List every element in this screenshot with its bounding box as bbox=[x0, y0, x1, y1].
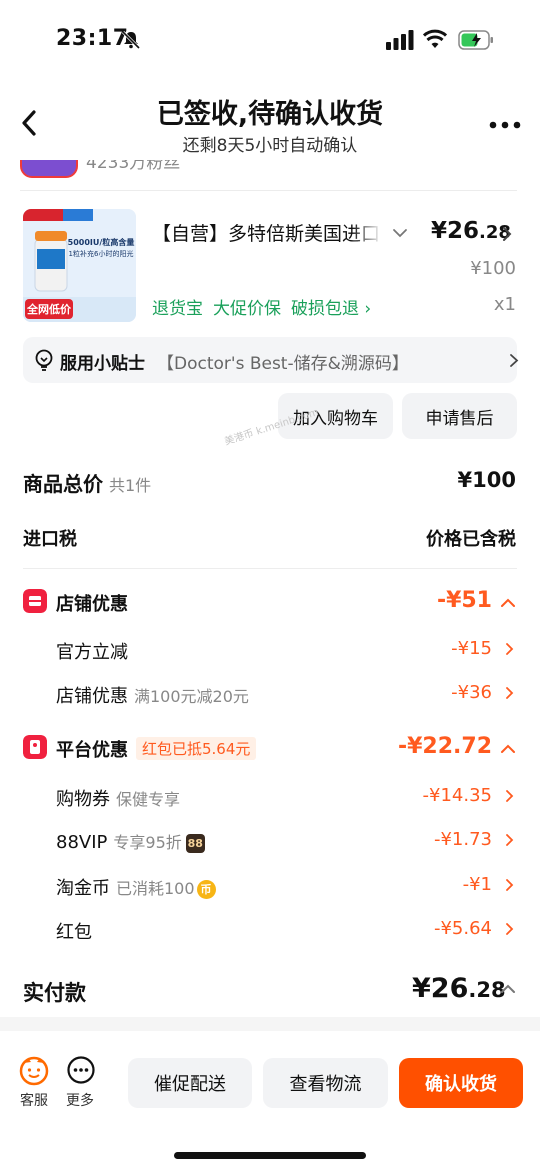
tips-text: 【Doctor's Best-储存&溯源码】 bbox=[157, 354, 409, 374]
image-line2: 1粒补充6小时的阳光 bbox=[69, 249, 134, 258]
discount-item-label: 淘金币 bbox=[56, 878, 110, 899]
chevron-right-icon bbox=[506, 923, 514, 935]
chevron-right-icon bbox=[506, 643, 514, 655]
customer-service-button[interactable] bbox=[14, 1054, 54, 1090]
signal-icon bbox=[386, 30, 414, 50]
nav-header: 已签收,待确认收货 还剩8天5小时自动确认 bbox=[0, 80, 540, 160]
discount-item-note: 已消耗100 bbox=[116, 879, 195, 898]
confirm-receipt-button[interactable]: 确认收货 bbox=[399, 1058, 523, 1108]
original-price: ¥100 bbox=[470, 258, 516, 279]
service-tag-link[interactable]: 破损包退 › bbox=[291, 299, 371, 319]
divider bbox=[23, 568, 517, 569]
divider bbox=[20, 190, 517, 191]
chevron-up-icon bbox=[501, 598, 515, 607]
store-icon bbox=[23, 589, 47, 613]
discount-item-note: 满100元减20元 bbox=[134, 687, 249, 706]
product-quantity: x1 bbox=[493, 294, 516, 315]
more-circle-icon bbox=[67, 1056, 95, 1084]
product-title[interactable]: 【自营】多特倍斯美国进口 bbox=[152, 219, 382, 246]
actual-payment-value: ¥26.28 bbox=[412, 973, 506, 1004]
store-avatar bbox=[20, 160, 78, 178]
discount-item-value: -¥1.73 bbox=[433, 829, 492, 850]
chevron-right-icon bbox=[506, 879, 514, 891]
urge-delivery-button[interactable]: 催促配送 bbox=[128, 1058, 252, 1108]
chevron-right-icon bbox=[506, 790, 514, 802]
service-tags: 退货宝 大促价保 破损包退 › bbox=[152, 294, 381, 319]
chevron-up-icon[interactable] bbox=[500, 983, 516, 995]
service-tag: 大促价保 bbox=[213, 299, 281, 319]
page-title: 已签收,待确认收货 bbox=[156, 99, 384, 130]
discount-item-value: -¥14.35 bbox=[422, 785, 492, 806]
battery-icon bbox=[458, 30, 493, 50]
tax-value: 价格已含税 bbox=[426, 529, 516, 550]
total-value: ¥100 bbox=[457, 468, 516, 492]
discount-item-value: -¥1 bbox=[462, 874, 492, 895]
platform-discount-value: -¥22.72 bbox=[397, 734, 492, 759]
auto-confirm-countdown: 还剩8天5小时自动确认 bbox=[182, 136, 358, 156]
lightbulb-icon bbox=[35, 349, 53, 371]
more-dots-icon[interactable] bbox=[488, 120, 522, 130]
image-line1: 5000IU/粒高含量 bbox=[68, 237, 135, 247]
discount-item-label: 官方立减 bbox=[56, 642, 128, 663]
chevron-up-icon bbox=[501, 744, 515, 753]
red-packet-icon bbox=[23, 735, 47, 759]
product-photo: 全网低价 5000IU/粒高含量 1粒补充6小时的阳光 bbox=[23, 209, 136, 322]
shop-discount-value: -¥51 bbox=[436, 588, 492, 613]
chevron-down-icon[interactable] bbox=[392, 227, 408, 239]
section-gap bbox=[0, 1017, 540, 1031]
bottom-action-bar: 客服 更多 催促配送 查看物流 确认收货 bbox=[0, 1040, 540, 1170]
service-face-icon bbox=[19, 1056, 49, 1086]
tips-label: 服用小贴士 bbox=[60, 354, 145, 374]
discount-item-value: -¥15 bbox=[451, 638, 492, 659]
coin-icon: 币 bbox=[196, 880, 216, 899]
shop-discount-label: 店铺优惠 bbox=[56, 594, 128, 615]
item-count: 共1件 bbox=[109, 476, 152, 495]
more-label: 更多 bbox=[66, 1093, 94, 1109]
vip-88-icon: 88 bbox=[185, 834, 205, 853]
discount-item-label: 购物券 bbox=[56, 789, 110, 810]
service-tag: 退货宝 bbox=[152, 299, 203, 319]
discount-item-note: 专享95折 bbox=[113, 833, 182, 852]
tax-label: 进口税 bbox=[23, 529, 77, 550]
discount-item-label: 88VIP bbox=[56, 832, 108, 853]
chevron-right-icon bbox=[510, 354, 519, 367]
product-image[interactable]: 全网低价 5000IU/粒高含量 1粒补充6小时的阳光 bbox=[23, 209, 136, 322]
low-price-badge: 全网低价 bbox=[26, 302, 72, 316]
chevron-right-icon bbox=[506, 687, 514, 699]
status-time: 23:17 bbox=[56, 26, 129, 51]
after-sale-button[interactable]: 申请售后 bbox=[402, 393, 517, 439]
total-label: 商品总价 bbox=[23, 472, 103, 496]
store-info-row[interactable]: 4233万粉丝 bbox=[20, 160, 517, 192]
view-logistics-button[interactable]: 查看物流 bbox=[263, 1058, 388, 1108]
bell-muted-icon bbox=[121, 30, 141, 50]
discount-item-value: -¥36 bbox=[451, 682, 492, 703]
red-packet-tag: 红包已抵5.64元 bbox=[136, 737, 257, 760]
discount-item-label: 红包 bbox=[56, 922, 92, 943]
product-price: ¥26.28 bbox=[431, 218, 511, 244]
store-fans: 4233万粉丝 bbox=[86, 160, 181, 173]
discount-item-note: 保健专享 bbox=[116, 790, 181, 809]
chevron-right-icon[interactable] bbox=[502, 226, 512, 242]
status-bar: 23:17 bbox=[0, 0, 540, 80]
discount-item-label: 店铺优惠 bbox=[56, 686, 128, 707]
actual-payment-label: 实付款 bbox=[23, 981, 86, 1005]
chevron-right-icon bbox=[506, 834, 514, 846]
discount-item-value: -¥5.64 bbox=[433, 918, 492, 939]
usage-tips-bar[interactable]: 服用小贴士 【Doctor's Best-储存&溯源码】 bbox=[23, 337, 519, 383]
platform-discount-label: 平台优惠 bbox=[56, 740, 128, 761]
home-indicator bbox=[174, 1152, 366, 1159]
service-label: 客服 bbox=[20, 1093, 48, 1109]
more-button[interactable] bbox=[61, 1054, 101, 1088]
wifi-icon bbox=[423, 29, 447, 48]
